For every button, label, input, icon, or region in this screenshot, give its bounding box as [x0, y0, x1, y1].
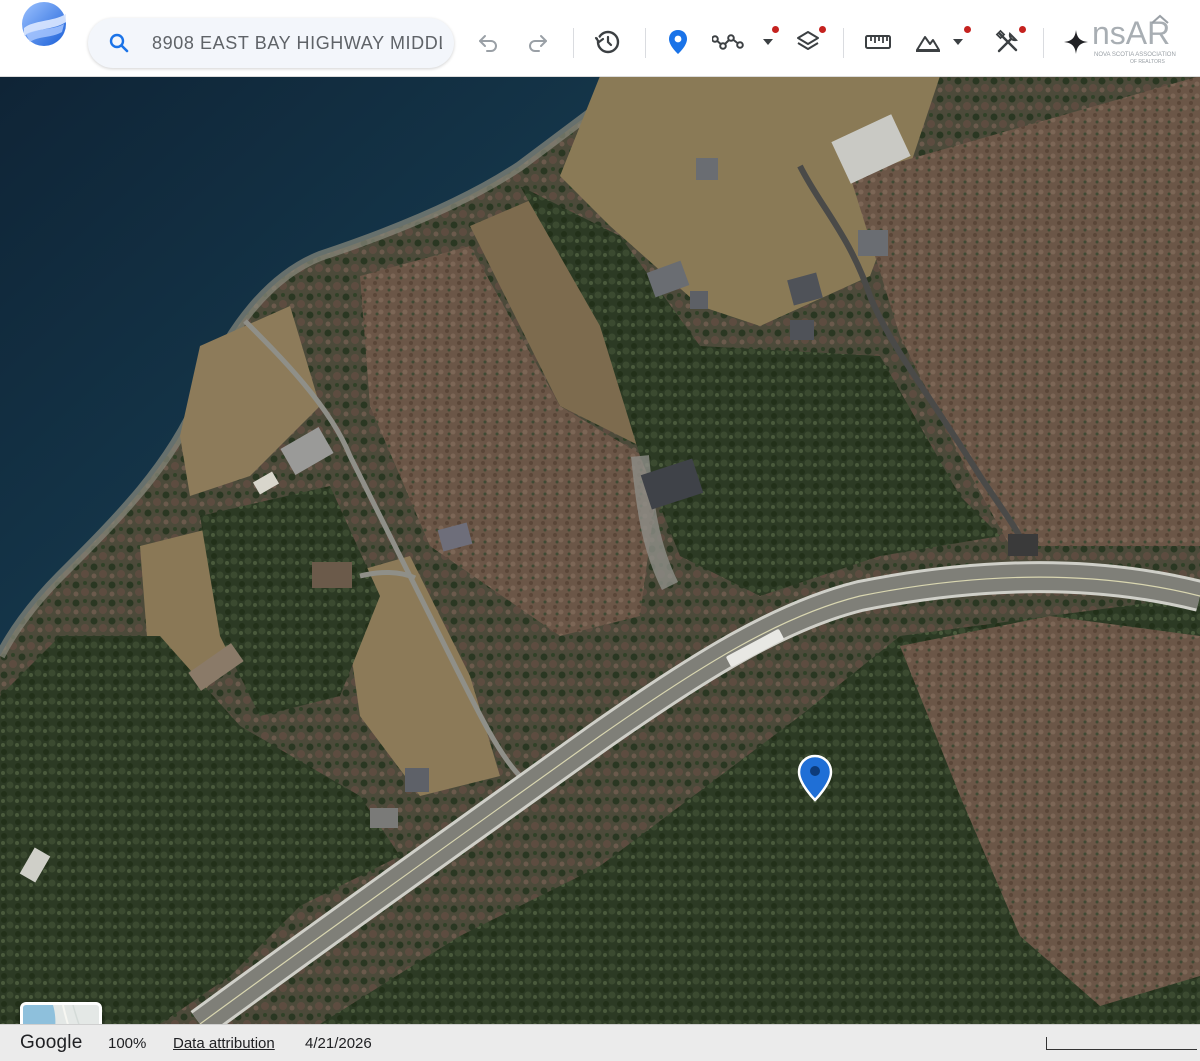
notification-dot — [1019, 26, 1026, 33]
tools-icon — [994, 28, 1022, 56]
notification-dot — [819, 26, 826, 33]
chevron-down-icon — [761, 37, 775, 47]
notification-dot — [964, 26, 971, 33]
google-wordmark: Google — [20, 1032, 83, 1053]
svg-text:OF REALTORS: OF REALTORS — [1130, 59, 1165, 65]
ruler-icon — [864, 33, 892, 51]
toolbar-divider — [1043, 28, 1044, 58]
nsar-logo-text: nsAR — [1092, 15, 1170, 51]
path-icon — [712, 30, 744, 54]
placemark-icon — [666, 28, 690, 56]
undo-button[interactable] — [470, 24, 506, 60]
tools-button[interactable] — [990, 24, 1026, 60]
redo-button[interactable] — [520, 24, 556, 60]
status-bar: Google 100% Data attribution 4/21/2026 — [0, 1024, 1200, 1061]
svg-text:NOVA SCOTIA ASSOCIATION: NOVA SCOTIA ASSOCIATION — [1094, 52, 1176, 58]
satellite-map[interactable] — [0, 76, 1200, 1024]
layers-icon — [795, 29, 821, 55]
notification-dot — [772, 26, 779, 33]
redo-icon — [526, 30, 550, 54]
draw-path-button[interactable] — [710, 24, 746, 60]
nsar-logo: nsAR NOVA SCOTIA ASSOCIATION OF REALTORS — [1090, 14, 1194, 66]
search-input[interactable] — [152, 18, 442, 68]
undo-icon — [476, 30, 500, 54]
historical-imagery-icon — [594, 28, 622, 56]
location-pin[interactable] — [797, 754, 833, 802]
search-icon[interactable] — [108, 32, 130, 54]
terrain-dropdown-button[interactable] — [944, 24, 972, 60]
imagery-date: 4/21/2026 — [305, 1035, 372, 1052]
toolbar-divider — [573, 28, 574, 58]
toolbar-divider — [645, 28, 646, 58]
google-earth-logo[interactable] — [20, 2, 70, 48]
historical-imagery-button[interactable] — [590, 24, 626, 60]
add-placemark-button[interactable] — [660, 24, 696, 60]
scale-bar — [1046, 1037, 1197, 1050]
terrain-button[interactable] — [910, 24, 946, 60]
search-bar — [88, 18, 454, 68]
toolbar: nsAR NOVA SCOTIA ASSOCIATION OF REALTORS — [0, 0, 1200, 77]
chevron-down-icon — [951, 37, 965, 47]
zoom-level: 100% — [108, 1035, 147, 1052]
layers-button[interactable] — [790, 24, 826, 60]
terrain-icon — [914, 30, 942, 54]
toolbar-divider — [843, 28, 844, 58]
overview-minimap[interactable] — [20, 1002, 102, 1024]
path-dropdown-button[interactable] — [753, 24, 783, 60]
sparkle-icon — [1062, 28, 1090, 56]
measure-button[interactable] — [860, 24, 896, 60]
data-attribution-link[interactable]: Data attribution — [173, 1035, 275, 1052]
ai-assist-button[interactable] — [1058, 24, 1094, 60]
